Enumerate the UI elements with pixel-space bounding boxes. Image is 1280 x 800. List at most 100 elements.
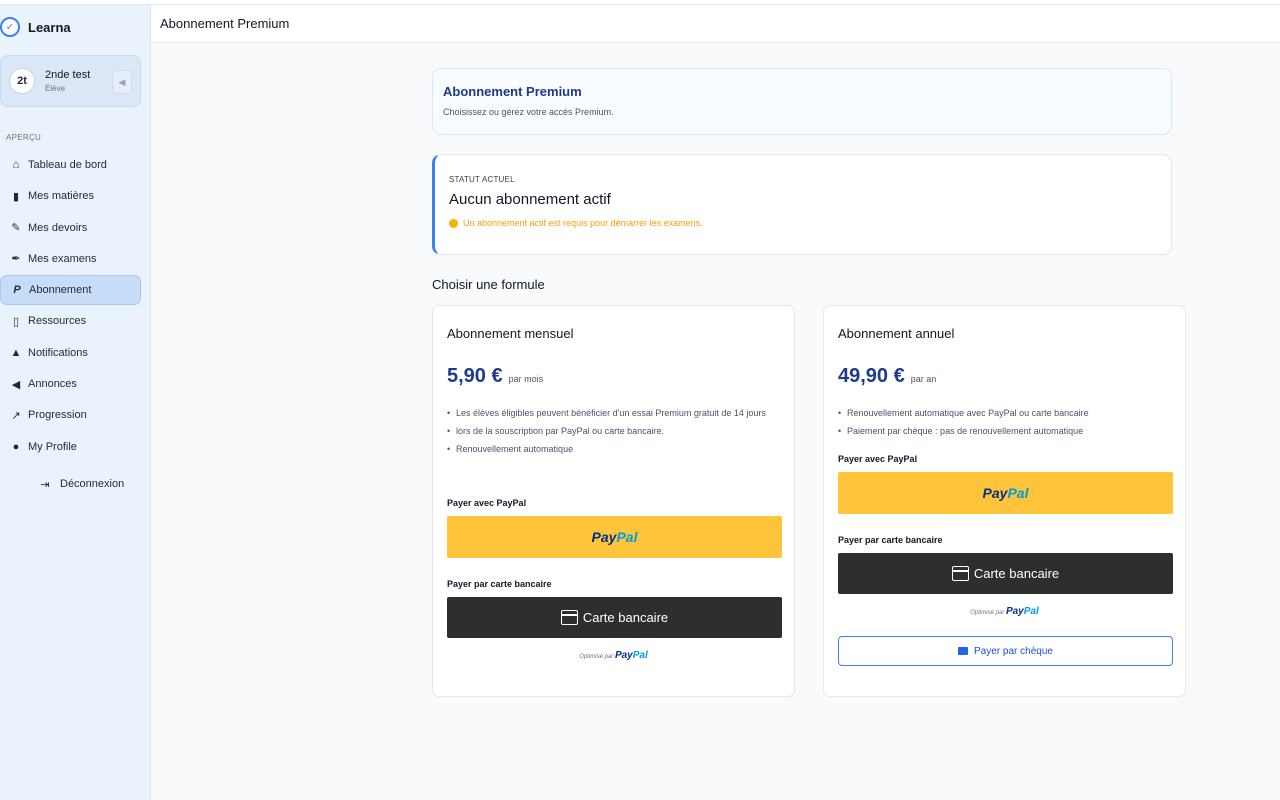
header-title: Abonnement Premium <box>160 16 290 31</box>
paypal-logo-pay: Pay <box>591 529 617 545</box>
learna-logo-icon: ✓ <box>0 17 20 37</box>
megaphone-icon: ◀ <box>11 378 21 391</box>
sidebar-item-mes-devoirs[interactable]: ✎ Mes devoirs <box>0 213 141 243</box>
section-label-apercu: APERÇU <box>6 133 42 142</box>
brand[interactable]: ✓ Learna <box>0 5 150 49</box>
avatar: 2t <box>9 68 35 94</box>
pay-paypal-label: Payer avec PayPal <box>447 498 527 508</box>
card-payment-button[interactable]: Carte bancaire <box>838 553 1173 594</box>
brand-name: Learna <box>28 19 71 35</box>
paypal-logo-pay: Pay <box>614 650 633 661</box>
price-row: 5,90 € par mois <box>447 365 780 388</box>
main-content: Abonnement Premium Choisissez ou gérez v… <box>432 68 1186 697</box>
plan-period: par mois <box>508 374 544 384</box>
plan-period: par an <box>910 374 937 384</box>
powered-by-paypal: Optimisé par PayPal <box>447 650 780 661</box>
card-button-label: Carte bancaire <box>973 566 1060 581</box>
sidebar-item-mes-matieres[interactable]: ▮ Mes matières <box>0 181 141 211</box>
user-name: 2nde test <box>45 69 91 81</box>
sidebar-item-label: Tableau de bord <box>28 159 107 171</box>
sidebar-item-progression[interactable]: ↗ Progression <box>0 400 141 430</box>
feature-item: Paiement par chèque : pas de renouvellem… <box>838 422 1171 440</box>
powered-by-text: Optimisé par <box>579 654 614 660</box>
sidebar-item-label: Annonces <box>28 378 77 391</box>
pay-by-cheque-button[interactable]: Payer par chèque <box>838 636 1173 666</box>
sidebar-item-label: Mes devoirs <box>28 221 88 234</box>
cheque-button-label: Payer par chèque <box>974 645 1053 657</box>
card-button-label: Carte bancaire <box>582 610 669 625</box>
paypal-logo-pal: Pal <box>1007 485 1029 501</box>
status-card: STATUT ACTUEL Aucun abonnement actif Un … <box>432 154 1172 255</box>
paypal-button[interactable]: Pay Pal <box>447 516 782 558</box>
credit-card-icon <box>951 566 969 581</box>
status-warning: Un abonnement actif est requis pour déma… <box>449 218 1157 228</box>
status-warning-text: Un abonnement actif est requis pour déma… <box>463 218 703 228</box>
sidebar-item-notifications[interactable]: ▲ Notifications <box>0 338 141 368</box>
logout-button[interactable]: ⇥ Déconnexion <box>36 478 150 491</box>
sidebar-item-ressources[interactable]: ▯ Ressources <box>0 306 141 336</box>
plan-price: 49,90 € <box>838 365 905 387</box>
chevron-left-icon: ◀ <box>118 76 126 87</box>
paypal-logo-pay: Pay <box>982 485 1008 501</box>
page-title: Abonnement Premium <box>443 84 582 99</box>
pay-card-label: Payer par carte bancaire <box>447 579 552 589</box>
powered-by-text: Optimisé par <box>970 610 1005 616</box>
paypal-logo-pal: Pal <box>616 529 638 545</box>
title-card: Abonnement Premium Choisissez ou gérez v… <box>432 68 1172 135</box>
user-card[interactable]: 2t 2nde test Élève ◀ <box>0 55 141 107</box>
folder-icon: ▯ <box>12 315 20 328</box>
cheque-icon <box>958 647 969 655</box>
sidebar-item-label: Mes examens <box>28 252 97 265</box>
sidebar-item-label: Ressources <box>28 315 87 328</box>
sidebar-item-label: Abonnement <box>29 284 92 297</box>
plans-title: Choisir une formule <box>432 277 545 292</box>
plan-price: 5,90 € <box>447 365 503 387</box>
warning-icon <box>449 218 458 228</box>
plans-grid: Abonnement mensuel 5,90 € par mois Les é… <box>432 305 1186 697</box>
feature-item: Renouvellement automatique <box>447 440 780 458</box>
sidebar-item-abonnement[interactable]: P Abonnement <box>0 275 141 306</box>
sidebar-item-label: Progression <box>28 409 87 422</box>
user-icon: ● <box>12 440 20 453</box>
home-icon: ⌂ <box>12 159 20 171</box>
credit-card-icon <box>560 610 578 625</box>
price-row: 49,90 € par an <box>838 365 1171 388</box>
pencil-icon: ✎ <box>11 222 21 235</box>
sidebar-item-my-profile[interactable]: ● My Profile <box>0 432 141 462</box>
paypal-icon: P <box>13 284 21 297</box>
feature-list: Les élèves éligibles peuvent bénéficier … <box>447 404 780 458</box>
feature-list: Renouvellement automatique avec PayPal o… <box>838 404 1171 440</box>
plan-name: Abonnement mensuel <box>447 326 574 341</box>
page-subtitle: Choisissez ou gérez votre accès Premium. <box>443 107 614 117</box>
pay-card-label: Payer par carte bancaire <box>838 535 943 545</box>
plan-card-monthly: Abonnement mensuel 5,90 € par mois Les é… <box>432 305 795 697</box>
paypal-logo-pay: Pay <box>1005 606 1024 617</box>
chart-icon: ↗ <box>11 409 21 422</box>
sidebar-item-tableau-de-bord[interactable]: ⌂ Tableau de bord <box>0 150 141 180</box>
user-role: Élève <box>45 84 66 93</box>
card-payment-button[interactable]: Carte bancaire <box>447 597 782 638</box>
plan-name: Abonnement annuel <box>838 326 955 341</box>
page-header: Abonnement Premium <box>151 5 1280 43</box>
feature-item: Renouvellement automatique avec PayPal o… <box>838 404 1171 422</box>
sidebar-nav: ⌂ Tableau de bord ▮ Mes matières ✎ Mes d… <box>0 150 150 462</box>
sidebar-item-label: Mes matières <box>28 190 95 203</box>
logout-icon: ⇥ <box>40 478 50 491</box>
paypal-button[interactable]: Pay Pal <box>838 472 1173 514</box>
book-icon: ▮ <box>12 190 20 203</box>
plan-card-annual: Abonnement annuel 49,90 € par an Renouve… <box>823 305 1186 697</box>
paypal-logo-pal: Pal <box>1023 606 1039 617</box>
status-value: Aucun abonnement actif <box>449 191 611 208</box>
sidebar-item-annonces[interactable]: ◀ Annonces <box>0 369 141 399</box>
sidebar: ✓ Learna 2t 2nde test Élève ◀ APERÇU ⌂ T… <box>0 5 151 800</box>
status-label: STATUT ACTUEL <box>449 175 515 184</box>
sidebar-item-mes-examens[interactable]: ✒ Mes examens <box>0 244 141 274</box>
pay-paypal-label: Payer avec PayPal <box>838 454 918 464</box>
feature-item: Les élèves éligibles peuvent bénéficier … <box>447 404 780 422</box>
pen-icon: ✒ <box>11 253 21 266</box>
paypal-logo-pal: Pal <box>632 650 648 661</box>
logout-label: Déconnexion <box>60 478 125 491</box>
collapse-sidebar-button[interactable]: ◀ <box>112 70 132 94</box>
sidebar-item-label: Notifications <box>28 346 88 359</box>
bell-icon: ▲ <box>10 346 22 359</box>
